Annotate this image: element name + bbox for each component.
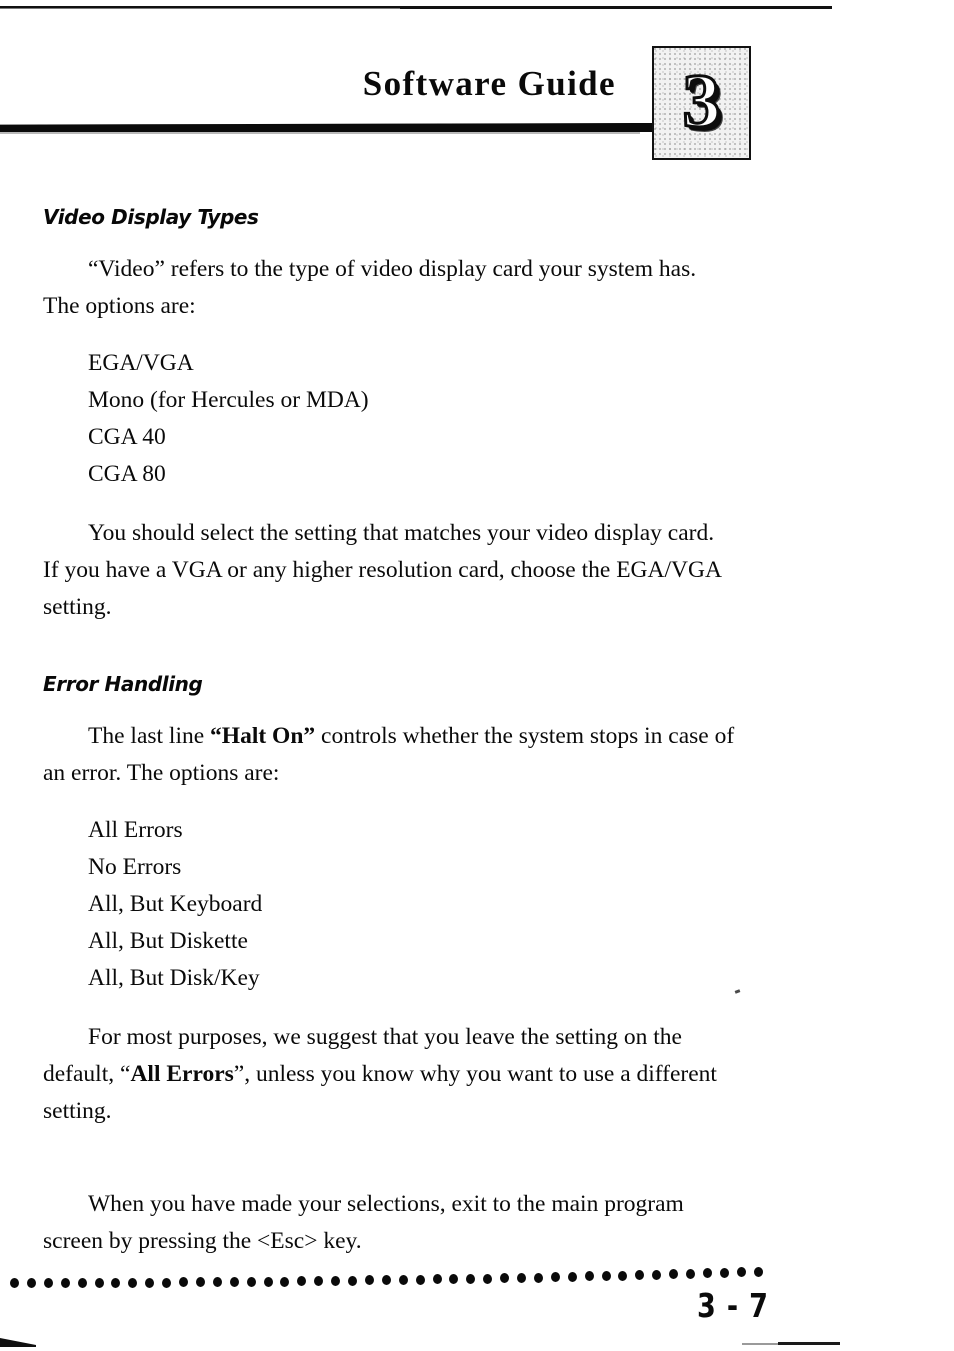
list-item: All, But Diskette (88, 928, 248, 954)
scan-speck (734, 989, 741, 994)
footer-dot (60, 1277, 70, 1288)
footer-dot (94, 1277, 104, 1288)
page-title: Software Guide (362, 64, 616, 103)
paragraph-video-closing: You should select the setting that match… (43, 520, 721, 620)
footer-dot (314, 1276, 324, 1287)
footer-dot (567, 1271, 577, 1282)
header-divider-bar (0, 123, 656, 132)
scan-artifact-bottom-right (778, 1342, 840, 1345)
footer-dot (686, 1268, 695, 1279)
footer-dot (179, 1277, 188, 1288)
list-item: All Errors (88, 817, 183, 843)
footer-dot (449, 1274, 459, 1285)
footer-dot (702, 1268, 712, 1279)
footer-dot (466, 1273, 476, 1284)
document-page: Software Guide 3 Video Display Types “Vi… (0, 0, 954, 1351)
footer-dot (669, 1269, 679, 1280)
footer-dot (500, 1273, 510, 1284)
footer-dot (719, 1267, 729, 1278)
footer-dot (246, 1276, 256, 1287)
footer-dot (635, 1270, 645, 1281)
chapter-number-label: 3 (681, 59, 722, 144)
section-heading-video-display-types: Video Display Types (43, 205, 259, 229)
list-item: CGA 40 (88, 424, 166, 450)
list-item: All, But Disk/Key (88, 965, 260, 991)
video-options-list: EGA/VGA Mono (for Hercules or MDA) CGA 4… (43, 345, 735, 493)
page-number: 3 - 7 (697, 1286, 769, 1325)
footer-dot (736, 1267, 746, 1278)
page-content: Video Display Types “Video” refers to th… (43, 205, 735, 1260)
list-item: EGA/VGA (88, 350, 194, 376)
footer-dot (229, 1277, 239, 1288)
footer-dot (77, 1277, 87, 1288)
footer-dot (652, 1269, 662, 1280)
paragraph-error-intro-part1: The last line (88, 723, 211, 749)
page-footer: 3 - 7 (0, 1240, 954, 1351)
footer-dot (432, 1274, 442, 1285)
footer-dot (26, 1277, 36, 1288)
footer-dot (162, 1277, 172, 1288)
footer-dot-rule (8, 1264, 768, 1294)
footer-dot (584, 1271, 594, 1282)
footer-dot (212, 1277, 222, 1288)
footer-dot (10, 1278, 19, 1288)
footer-dot (111, 1277, 121, 1288)
top-border-rule (0, 6, 832, 9)
footer-dot (753, 1267, 763, 1277)
halt-on-bold-term: “Halt On” (210, 723, 316, 749)
paragraph-error-closing: For most purposes, we suggest that you l… (43, 1019, 735, 1130)
header-divider-shadow (0, 132, 640, 134)
footer-dot (415, 1274, 425, 1285)
footer-dot (263, 1276, 273, 1287)
error-options-list: All Errors No Errors All, But Keyboard A… (43, 812, 735, 997)
footer-dot (533, 1272, 543, 1283)
footer-dot (618, 1270, 628, 1281)
footer-dot (280, 1276, 290, 1287)
paragraph-error-intro: The last line “Halt On” controls whether… (43, 718, 735, 792)
footer-dot (331, 1275, 341, 1286)
footer-dot (145, 1277, 155, 1288)
footer-dot (297, 1276, 307, 1287)
footer-dot (601, 1271, 611, 1282)
list-item: No Errors (88, 854, 182, 880)
all-errors-bold-term: All Errors (130, 1061, 234, 1087)
footer-dot (381, 1275, 391, 1286)
paragraph-video-intro: “Video” refers to the type of video disp… (43, 256, 697, 319)
footer-dot (348, 1275, 357, 1286)
footer-dot (517, 1272, 526, 1283)
footer-dot (128, 1277, 138, 1288)
footer-dot (483, 1273, 493, 1284)
section-heading-error-handling: Error Handling (43, 672, 203, 696)
chapter-tab: 3 (652, 46, 751, 160)
footer-dot (550, 1272, 560, 1283)
list-item: CGA 80 (88, 461, 166, 487)
list-item: Mono (for Hercules or MDA) (88, 387, 369, 413)
list-item: All, But Keyboard (88, 891, 263, 917)
footer-dot (195, 1277, 205, 1288)
footer-dot (364, 1275, 374, 1286)
page-header: Software Guide 3 (0, 46, 954, 166)
footer-dot (43, 1277, 53, 1288)
footer-dot (398, 1274, 408, 1285)
